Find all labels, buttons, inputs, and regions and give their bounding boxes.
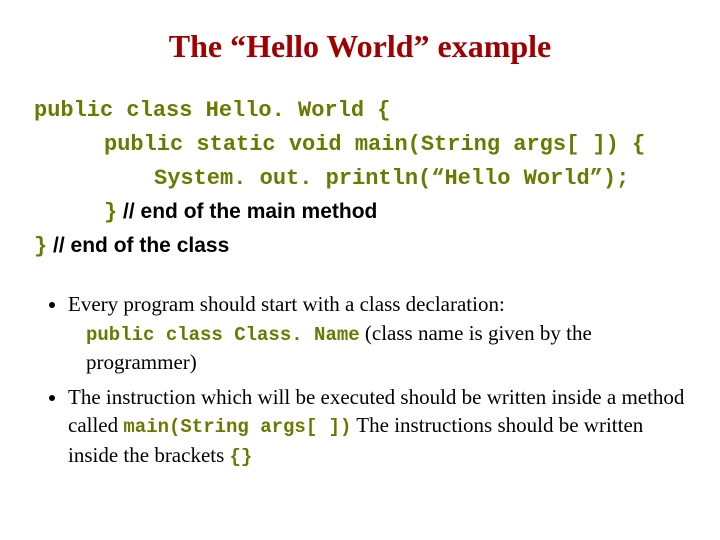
slide-title: The “Hello World” example [34,28,686,65]
bullet-list: Every program should start with a class … [34,290,686,470]
code-text: public class Hello. World { [34,98,390,123]
code-brace: } [34,234,47,259]
code-line-4: } // end of the main method [34,195,686,229]
code-line-3: System. out. println(“Hello World”); [34,161,686,195]
code-comment: // end of the class [47,234,229,257]
code-brace: } [104,200,117,225]
slide: The “Hello World” example public class H… [0,0,720,540]
inline-code: {} [230,446,253,468]
code-line-1: public class Hello. World { [34,93,686,127]
code-text: System. out. println(“Hello World”); [154,166,629,191]
bullet-item-1: Every program should start with a class … [68,290,686,376]
inline-code: main(String args[ ]) [123,416,351,438]
bullet-item-2: The instruction which will be executed s… [68,383,686,471]
code-block: public class Hello. World { public stati… [34,93,686,262]
inline-code: public class Class. Name [86,324,360,346]
code-line-5: } // end of the class [34,229,686,263]
bullet-text: Every program should start with a class … [68,292,505,316]
bullet-subline: public class Class. Name (class name is … [68,319,686,377]
code-text: public static void main(String args[ ]) … [104,132,645,157]
code-comment: // end of the main method [117,200,377,223]
code-line-2: public static void main(String args[ ]) … [34,127,686,161]
